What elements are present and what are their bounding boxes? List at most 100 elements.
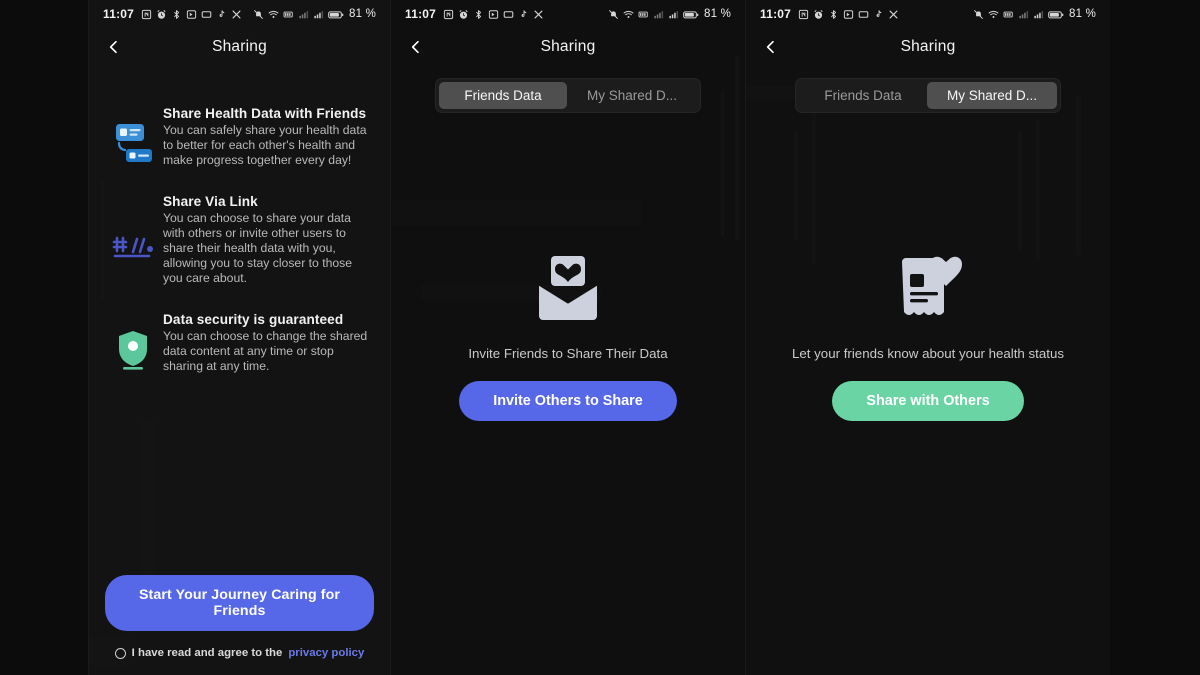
bluetooth-icon [473, 9, 484, 20]
phone-screen-intro: 11:07 81 % Sharing Share Health Data wit… [88, 0, 390, 675]
x-icon [533, 9, 544, 20]
cast-icon [201, 9, 212, 20]
feature-text: Data security is guaranteed You can choo… [159, 312, 371, 374]
vpn-icon [638, 9, 649, 20]
mute-icon [253, 9, 264, 20]
battery-icon [328, 9, 344, 20]
feature-item: Share Via Link You can choose to share y… [107, 194, 374, 286]
share-with-others-button[interactable]: Share with Others [832, 381, 1024, 421]
back-button[interactable] [403, 34, 429, 60]
phone-screen-my-shared-data: 11:07 81 % Sharing Friends Data My Share… [745, 0, 1110, 675]
status-time: 11:07 [103, 7, 135, 21]
nfc-icon [798, 9, 809, 20]
x-icon [888, 9, 899, 20]
page-title: Sharing [212, 38, 267, 55]
battery-percent: 81 % [1068, 8, 1096, 20]
alarm-icon [458, 9, 469, 20]
feature-title: Share Health Data with Friends [163, 106, 367, 121]
wifi-icon [988, 9, 999, 20]
screen-record-icon [843, 9, 854, 20]
feature-title: Data security is guaranteed [163, 312, 344, 327]
tab-friends-data[interactable]: Friends Data [438, 82, 567, 109]
bluetooth-icon [828, 9, 839, 20]
feature-title: Share Via Link [163, 194, 258, 209]
feature-description: You can choose to share your data with o… [163, 211, 353, 285]
back-button[interactable] [758, 34, 784, 60]
wifi-icon [623, 9, 634, 20]
battery-percent: 81 % [703, 8, 731, 20]
tab-friends-data[interactable]: Friends Data [799, 82, 927, 109]
chevron-left-icon [109, 40, 117, 54]
phone-screen-friends-data: 11:07 81 % Sharing Friends Data My Share… [390, 0, 745, 675]
tiktok-icon [216, 9, 227, 20]
back-button[interactable] [101, 34, 127, 60]
segmented-control: Friends Data My Shared D... [794, 78, 1062, 113]
tab-my-shared-data[interactable]: My Shared D... [567, 82, 697, 109]
intro-footer: Start Your Journey Caring for Friends I … [89, 575, 390, 659]
shield-icon [107, 312, 159, 374]
segmented-control: Friends Data My Shared D... [434, 78, 702, 113]
vpn-icon [283, 9, 294, 20]
status-bar: 11:07 81 % [746, 0, 1110, 28]
chevron-left-icon [766, 40, 774, 54]
feature-list: Share Health Data with Friends You can s… [89, 66, 390, 374]
feature-item: Data security is guaranteed You can choo… [107, 312, 374, 374]
nfc-icon [443, 9, 454, 20]
chevron-left-icon [411, 40, 419, 54]
cast-icon [503, 9, 514, 20]
screenshot-stage: 11:07 81 % Sharing Share Health Data wit… [0, 0, 1200, 675]
screen-record-icon [488, 9, 499, 20]
signal-1-icon [653, 9, 664, 20]
alarm-icon [813, 9, 824, 20]
status-bar-right: 81 % [608, 8, 731, 20]
signal-1-icon [1018, 9, 1029, 20]
status-bar-left: 11:07 [103, 7, 242, 21]
page-title: Sharing [900, 38, 956, 55]
battery-icon [683, 9, 699, 20]
tiktok-icon [873, 9, 884, 20]
share-cards-icon [107, 106, 159, 168]
status-bar: 11:07 81 % [89, 0, 390, 28]
status-time: 11:07 [405, 7, 437, 21]
status-bar-left: 11:07 [760, 7, 899, 21]
start-journey-button[interactable]: Start Your Journey Caring for Friends [105, 575, 374, 631]
page-title: Sharing [540, 38, 596, 55]
bluetooth-icon [171, 9, 182, 20]
status-bar-right: 81 % [253, 8, 376, 20]
tab-my-shared-data[interactable]: My Shared D... [926, 82, 1058, 109]
agree-radio[interactable] [114, 647, 126, 659]
tab-bar: Friends Data My Shared D... [746, 78, 1110, 113]
privacy-policy-link[interactable]: privacy policy [288, 647, 364, 659]
mute-icon [608, 9, 619, 20]
left-gutter [0, 0, 88, 675]
status-bar-right: 81 % [973, 8, 1096, 20]
alarm-icon [156, 9, 167, 20]
signal-1-icon [298, 9, 309, 20]
status-time: 11:07 [760, 7, 792, 21]
invite-others-button[interactable]: Invite Others to Share [459, 381, 677, 421]
status-bar: 11:07 81 % [391, 0, 745, 28]
card-heart-icon [888, 250, 968, 324]
agree-label: I have read and agree to the [131, 647, 283, 659]
tab-bar: Friends Data My Shared D... [391, 78, 745, 113]
agreement-row: I have read and agree to the privacy pol… [105, 647, 374, 659]
x-icon [231, 9, 242, 20]
nav-bar: Sharing [89, 28, 390, 66]
wifi-icon [268, 9, 279, 20]
vpn-icon [1003, 9, 1014, 20]
empty-state-friends: Invite Friends to Share Their Data Invit… [391, 250, 745, 421]
signal-2-icon [1033, 9, 1044, 20]
feature-text: Share Via Link You can choose to share y… [159, 194, 371, 286]
nav-bar: Sharing [391, 28, 745, 66]
mail-heart-icon [529, 250, 607, 324]
feature-item: Share Health Data with Friends You can s… [107, 106, 374, 168]
empty-state-caption: Invite Friends to Share Their Data [468, 346, 668, 361]
cast-icon [858, 9, 869, 20]
empty-state-my-shared: Let your friends know about your health … [746, 250, 1110, 421]
right-gutter [1110, 0, 1200, 675]
empty-state-caption: Let your friends know about your health … [791, 346, 1064, 361]
feature-text: Share Health Data with Friends You can s… [159, 106, 371, 168]
hash-link-icon [107, 194, 159, 286]
status-bar-left: 11:07 [405, 7, 544, 21]
battery-icon [1048, 9, 1064, 20]
